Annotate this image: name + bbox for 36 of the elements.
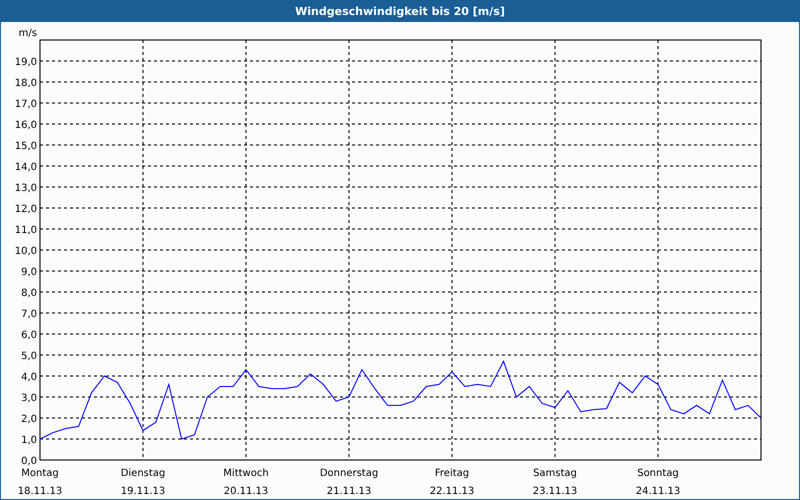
- date-label: 19.11.13: [120, 486, 166, 497]
- x-tick-label: Samstag: [533, 468, 577, 479]
- y-tick-label: 7,0: [21, 309, 37, 320]
- date-label: 18.11.13: [18, 486, 62, 497]
- y-tick-label: 10,0: [14, 246, 37, 257]
- y-tick-label: 2,0: [21, 414, 37, 425]
- x-tick-label: Donnerstag: [320, 468, 378, 479]
- x-tick-label: Dienstag: [120, 468, 166, 479]
- y-tick-label: 6,0: [21, 330, 37, 341]
- date-label: 23.11.13: [532, 486, 578, 497]
- y-tick-label: 3,0: [21, 393, 37, 404]
- y-tick-label: 15,0: [14, 141, 37, 152]
- date-label: 24.11.13: [636, 486, 680, 497]
- y-tick-label: 4,0: [21, 372, 37, 383]
- y-tick-label: 18,0: [14, 78, 37, 89]
- x-tick-label: Freitag: [434, 468, 470, 479]
- y-tick-label: 12,0: [14, 204, 37, 215]
- date-label: 20.11.13: [224, 486, 268, 497]
- window-title: Windgeschwindigkeit bis 20 [m/s]: [295, 5, 505, 18]
- y-tick-label: 13,0: [14, 183, 37, 194]
- y-tick-label: 14,0: [14, 162, 37, 173]
- x-tick-label: Mittwoch: [223, 468, 269, 479]
- date-label: 21.11.13: [326, 486, 372, 497]
- date-label: 22.11.13: [430, 486, 474, 497]
- y-tick-label: 5,0: [21, 351, 37, 362]
- x-tick-label: Montag: [21, 468, 59, 479]
- y-tick-label: 11,0: [14, 225, 37, 236]
- y-tick-label: 1,0: [21, 435, 37, 446]
- x-tick-label: Sonntag: [637, 468, 679, 479]
- y-tick-label: 8,0: [21, 288, 37, 299]
- y-tick-label: 16,0: [14, 120, 37, 131]
- y-tick-label: 17,0: [14, 99, 37, 110]
- y-tick-label: 9,0: [21, 267, 37, 278]
- y-axis-label: m/s: [18, 28, 37, 39]
- y-tick-label: 19,0: [14, 57, 37, 68]
- y-tick-label: 0,0: [21, 456, 37, 467]
